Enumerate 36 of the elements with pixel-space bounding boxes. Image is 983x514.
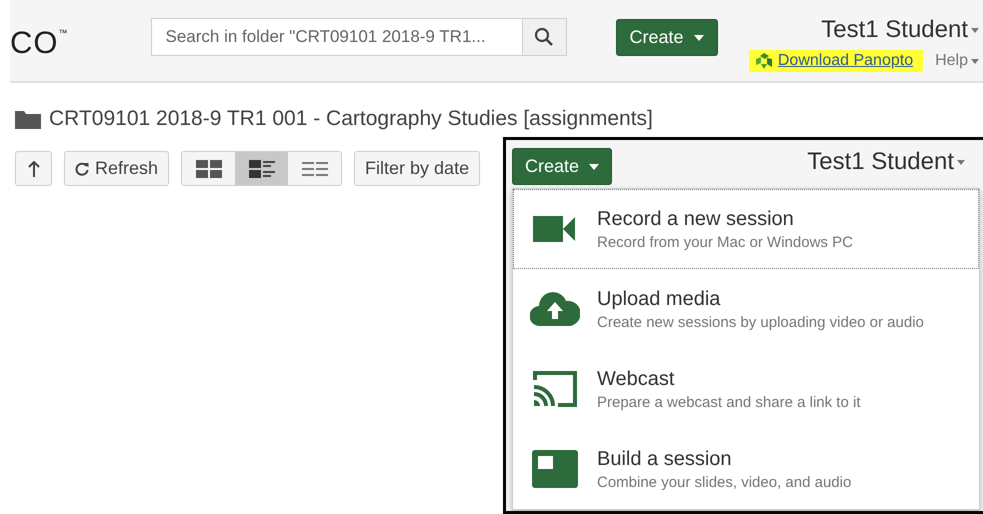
- up-button[interactable]: [15, 151, 52, 186]
- refresh-icon: [75, 162, 89, 176]
- help-menu[interactable]: Help: [935, 52, 979, 70]
- detail-view-icon: [248, 160, 275, 178]
- folder-title: CRT09101 2018-9 TR1 001 - Cartography Studies [assignments]: [49, 107, 653, 131]
- menu-item[interactable]: Build a session Combine your slides, video, and audio: [513, 429, 979, 509]
- search-button[interactable]: [522, 18, 566, 56]
- video-camera-icon: [533, 214, 577, 244]
- grid-view-icon: [196, 160, 222, 178]
- slide-layout-icon: [532, 450, 578, 488]
- view-button[interactable]: [182, 152, 236, 185]
- refresh-button[interactable]: Refresh: [64, 151, 170, 186]
- user-menu[interactable]: Test1 Student: [821, 16, 979, 44]
- panopto-icon: [754, 53, 773, 69]
- view-button[interactable]: [288, 152, 342, 185]
- menu-item[interactable]: Record a new session Record from your Mac or Windows PC: [513, 189, 979, 269]
- up-arrow-icon: [28, 160, 40, 176]
- search-field[interactable]: Search in folder "CRT09101 2018-9 TR1...: [150, 18, 522, 56]
- folder-icon: [15, 110, 41, 128]
- menu-item[interactable]: Upload media Create new sessions by uploading video or audio: [513, 269, 979, 349]
- caret-icon: [971, 58, 979, 64]
- logo: CO$^{™}$: [10, 25, 68, 61]
- caret-icon: [971, 28, 979, 32]
- list-view-icon: [302, 160, 328, 176]
- cloud-upload-icon: [530, 292, 580, 326]
- cast-icon: [532, 370, 578, 408]
- create-button[interactable]: Create: [616, 19, 718, 56]
- user-menu[interactable]: Test1 Student: [807, 148, 965, 176]
- create-button[interactable]: Create: [512, 148, 612, 185]
- caret-icon: [957, 160, 965, 164]
- search-icon: [534, 27, 554, 47]
- menu-item[interactable]: Webcast Prepare a webcast and share a link to it: [513, 349, 979, 429]
- caret-icon: [589, 164, 600, 170]
- filter-button[interactable]: Filter by date: [354, 151, 480, 186]
- caret-icon: [694, 34, 704, 40]
- view-button[interactable]: [235, 152, 288, 185]
